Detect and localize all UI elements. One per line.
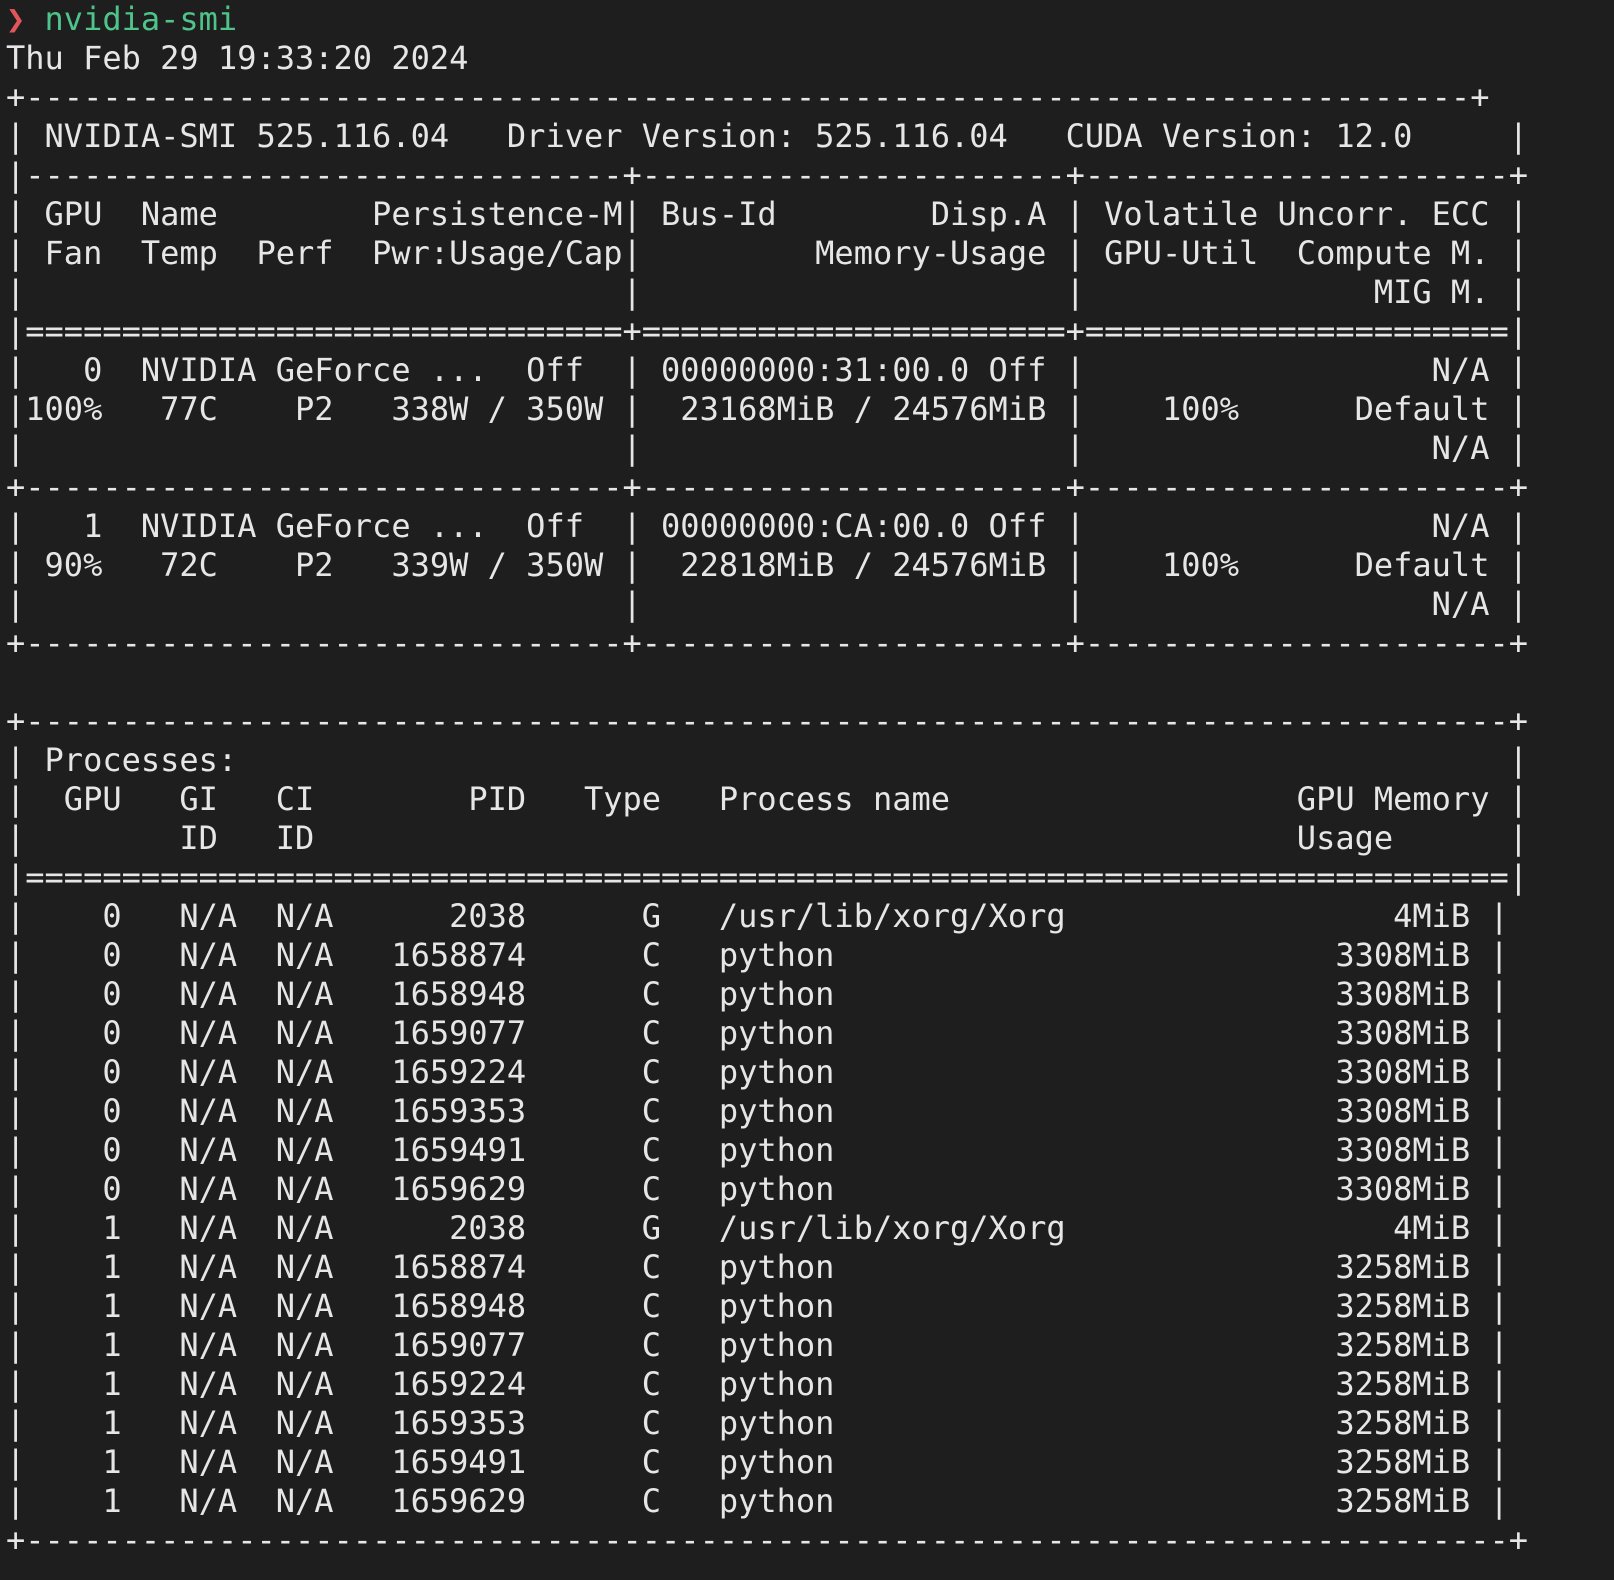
output-line: | GPU GI CI PID Type Process name GPU Me…: [6, 780, 1528, 818]
output-line: | 0 N/A N/A 1658874 C python 3308MiB |: [6, 936, 1509, 974]
output-line: | NVIDIA-SMI 525.116.04 Driver Version: …: [6, 117, 1528, 155]
output-line: |=======================================…: [6, 858, 1528, 896]
output-line: | 1 N/A N/A 1659353 C python 3258MiB |: [6, 1404, 1509, 1442]
output-line: | | | MIG M. |: [6, 273, 1528, 311]
output-line: | 0 NVIDIA GeForce ... Off | 00000000:31…: [6, 351, 1528, 389]
output-line: | 1 NVIDIA GeForce ... Off | 00000000:CA…: [6, 507, 1528, 545]
output-line: | 1 N/A N/A 1659077 C python 3258MiB |: [6, 1326, 1509, 1364]
output-line: |===============================+=======…: [6, 312, 1528, 350]
output-line: | | | N/A |: [6, 429, 1528, 467]
output-line: | 1 N/A N/A 1659224 C python 3258MiB |: [6, 1365, 1509, 1403]
output-line: | 0 N/A N/A 1658948 C python 3308MiB |: [6, 975, 1509, 1013]
prompt-line: ❯ nvidia-smi: [6, 0, 1606, 39]
output-line: | 0 N/A N/A 1659353 C python 3308MiB |: [6, 1092, 1509, 1130]
output-line: | 0 N/A N/A 1659224 C python 3308MiB |: [6, 1053, 1509, 1091]
output-line: +---------------------------------------…: [6, 78, 1490, 116]
output-line: | 0 N/A N/A 1659491 C python 3308MiB |: [6, 1131, 1509, 1169]
output-line: | Fan Temp Perf Pwr:Usage/Cap| Memory-Us…: [6, 234, 1528, 272]
output-line: +-------------------------------+-------…: [6, 624, 1528, 662]
output-line: +---------------------------------------…: [6, 702, 1528, 740]
output-line: +-------------------------------+-------…: [6, 468, 1528, 506]
terminal-window[interactable]: ❯ nvidia-smi Thu Feb 29 19:33:20 2024 +--…: [6, 0, 1606, 1580]
output-line: | GPU Name Persistence-M| Bus-Id Disp.A …: [6, 195, 1528, 233]
output-line: | | | N/A |: [6, 585, 1528, 623]
output-line: |-------------------------------+-------…: [6, 156, 1528, 194]
output-line: Thu Feb 29 19:33:20 2024: [6, 39, 469, 77]
output-line: | 0 N/A N/A 1659077 C python 3308MiB |: [6, 1014, 1509, 1052]
output-line: |100% 77C P2 338W / 350W | 23168MiB / 24…: [6, 390, 1528, 428]
output-line: | Processes: |: [6, 741, 1528, 779]
prompt-command: nvidia-smi: [44, 0, 238, 38]
output-line: | 1 N/A N/A 1658948 C python 3258MiB |: [6, 1287, 1509, 1325]
output-line: | 1 N/A N/A 2038 G /usr/lib/xorg/Xorg 4M…: [6, 1209, 1509, 1247]
output-line: | 1 N/A N/A 1659629 C python 3258MiB |: [6, 1482, 1509, 1520]
prompt-chevron-icon: ❯: [6, 0, 26, 38]
output-line: | 1 N/A N/A 1658874 C python 3258MiB |: [6, 1248, 1509, 1286]
output-line: | 0 N/A N/A 1659629 C python 3308MiB |: [6, 1170, 1509, 1208]
output-line: +---------------------------------------…: [6, 1521, 1528, 1559]
command-output: Thu Feb 29 19:33:20 2024 +---------------…: [6, 39, 1606, 1560]
output-line: | ID ID Usage |: [6, 819, 1528, 857]
output-line: | 90% 72C P2 339W / 350W | 22818MiB / 24…: [6, 546, 1528, 584]
output-line: | 1 N/A N/A 1659491 C python 3258MiB |: [6, 1443, 1509, 1481]
output-line: | 0 N/A N/A 2038 G /usr/lib/xorg/Xorg 4M…: [6, 897, 1509, 935]
